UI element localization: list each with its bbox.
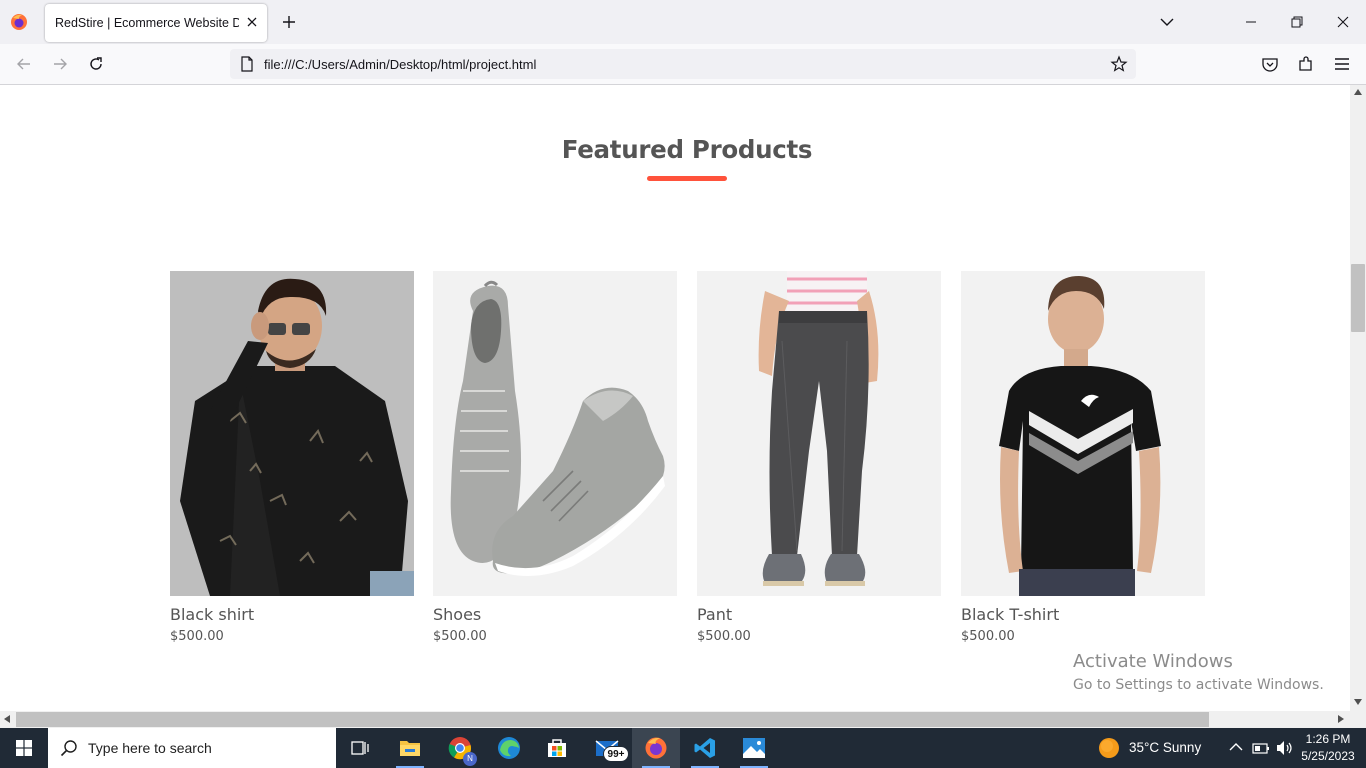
minimize-icon bbox=[1246, 21, 1256, 23]
minimize-button[interactable] bbox=[1228, 0, 1274, 44]
clock[interactable]: 1:26 PM 5/25/2023 bbox=[1296, 731, 1360, 765]
firefox-button[interactable] bbox=[632, 728, 680, 768]
search-icon bbox=[60, 740, 77, 757]
black-shirt-image bbox=[170, 271, 414, 596]
reload-icon[interactable] bbox=[87, 55, 105, 73]
back-arrow-icon[interactable] bbox=[15, 55, 33, 73]
product-name[interactable]: Black T-shirt bbox=[961, 605, 1205, 624]
firefox-icon bbox=[645, 737, 667, 759]
product-image-black-shirt[interactable] bbox=[170, 271, 414, 596]
pocket-icon[interactable] bbox=[1261, 55, 1279, 73]
windows-logo-icon bbox=[16, 740, 32, 756]
photos-button[interactable] bbox=[730, 728, 778, 768]
activate-title: Activate Windows bbox=[1073, 651, 1233, 672]
product-price: $500.00 bbox=[697, 629, 751, 644]
battery-icon[interactable] bbox=[1252, 741, 1270, 755]
task-view-button[interactable] bbox=[336, 728, 384, 768]
start-button[interactable] bbox=[0, 728, 48, 768]
web-page: Featured Products Black shirt $500.00 Sh… bbox=[0, 85, 1350, 711]
clock-date: 5/25/2023 bbox=[1301, 749, 1355, 763]
weather-text[interactable]: 35°C Sunny bbox=[1129, 740, 1201, 755]
scroll-right-icon[interactable] bbox=[1338, 715, 1344, 723]
store-icon bbox=[548, 739, 566, 757]
folder-icon bbox=[400, 741, 420, 756]
product-image-pant[interactable] bbox=[697, 271, 941, 596]
close-window-button[interactable] bbox=[1320, 0, 1366, 44]
chrome-button[interactable]: N bbox=[436, 728, 484, 768]
product-image-black-tshirt[interactable] bbox=[961, 271, 1205, 596]
section-title: Featured Products bbox=[561, 135, 813, 164]
search-placeholder: Type here to search bbox=[88, 740, 212, 756]
taskbar-search-box[interactable]: Type here to search bbox=[48, 728, 336, 768]
mail-button[interactable]: 99+ bbox=[583, 728, 631, 768]
windows-taskbar: Type here to search N 99+ 35°C Sunny 1:2… bbox=[0, 728, 1366, 768]
pant-image bbox=[697, 271, 941, 596]
product-price: $500.00 bbox=[433, 629, 487, 644]
store-button[interactable] bbox=[533, 728, 581, 768]
product-name[interactable]: Shoes bbox=[433, 605, 677, 624]
extensions-icon[interactable] bbox=[1297, 55, 1315, 73]
weather-sun-icon[interactable] bbox=[1098, 737, 1120, 759]
navigation-bar: file:///C:/Users/Admin/Desktop/html/proj… bbox=[0, 44, 1366, 85]
product-image-shoes[interactable] bbox=[433, 271, 677, 596]
volume-icon[interactable] bbox=[1276, 740, 1294, 756]
bookmark-star-icon[interactable] bbox=[1110, 55, 1128, 73]
vertical-scrollbar[interactable] bbox=[1350, 85, 1366, 711]
scroll-down-icon[interactable] bbox=[1354, 699, 1362, 705]
profile-badge: N bbox=[463, 752, 477, 766]
product-price: $500.00 bbox=[170, 629, 224, 644]
clock-time: 1:26 PM bbox=[1305, 732, 1351, 746]
firefox-logo-icon[interactable] bbox=[10, 13, 28, 31]
restore-button[interactable] bbox=[1274, 0, 1320, 44]
browser-tab[interactable]: RedStire | Ecommerce Website Design bbox=[45, 4, 267, 42]
tab-bar: RedStire | Ecommerce Website Design bbox=[0, 0, 1366, 44]
menu-icon[interactable] bbox=[1333, 55, 1351, 73]
product-card[interactable]: Shoes $500.00 bbox=[433, 271, 677, 644]
chevron-down-icon[interactable] bbox=[1159, 14, 1175, 30]
vscode-icon bbox=[694, 738, 715, 758]
title-underline bbox=[647, 176, 727, 181]
task-view-icon bbox=[351, 741, 369, 755]
url-text: file:///C:/Users/Admin/Desktop/html/proj… bbox=[264, 57, 537, 72]
product-name[interactable]: Pant bbox=[697, 605, 941, 624]
vscode-button[interactable] bbox=[681, 728, 729, 768]
product-name[interactable]: Black shirt bbox=[170, 605, 414, 624]
url-bar[interactable]: file:///C:/Users/Admin/Desktop/html/proj… bbox=[230, 49, 1136, 79]
scroll-up-icon[interactable] bbox=[1354, 89, 1362, 95]
restore-icon bbox=[1291, 16, 1303, 28]
scrollbar-corner bbox=[1350, 711, 1366, 728]
edge-button[interactable] bbox=[485, 728, 533, 768]
product-card[interactable]: Black T-shirt $500.00 bbox=[961, 271, 1205, 644]
horizontal-scroll-thumb[interactable] bbox=[16, 712, 1209, 727]
photos-icon bbox=[743, 738, 765, 758]
activate-subtitle: Go to Settings to activate Windows. bbox=[1073, 677, 1324, 693]
vertical-scroll-thumb[interactable] bbox=[1351, 264, 1365, 332]
page-icon bbox=[241, 56, 253, 72]
activate-windows-watermark: Activate Windows Go to Settings to activ… bbox=[1073, 651, 1324, 693]
new-tab-icon[interactable] bbox=[280, 13, 298, 31]
forward-arrow-icon[interactable] bbox=[51, 55, 69, 73]
product-price: $500.00 bbox=[961, 629, 1015, 644]
black-tshirt-image bbox=[961, 271, 1205, 596]
edge-icon bbox=[498, 737, 520, 759]
horizontal-scrollbar[interactable] bbox=[0, 711, 1350, 728]
product-card[interactable]: Black shirt $500.00 bbox=[170, 271, 414, 644]
show-hidden-icons-icon[interactable] bbox=[1229, 742, 1243, 752]
close-icon bbox=[1337, 16, 1349, 28]
notification-badge: 99+ bbox=[603, 746, 629, 762]
file-explorer-button[interactable] bbox=[386, 728, 434, 768]
tab-title: RedStire | Ecommerce Website Design bbox=[55, 16, 239, 30]
product-card[interactable]: Pant $500.00 bbox=[697, 271, 941, 644]
scroll-left-icon[interactable] bbox=[4, 715, 10, 723]
shoes-image bbox=[433, 271, 677, 596]
close-tab-icon[interactable] bbox=[244, 14, 260, 30]
